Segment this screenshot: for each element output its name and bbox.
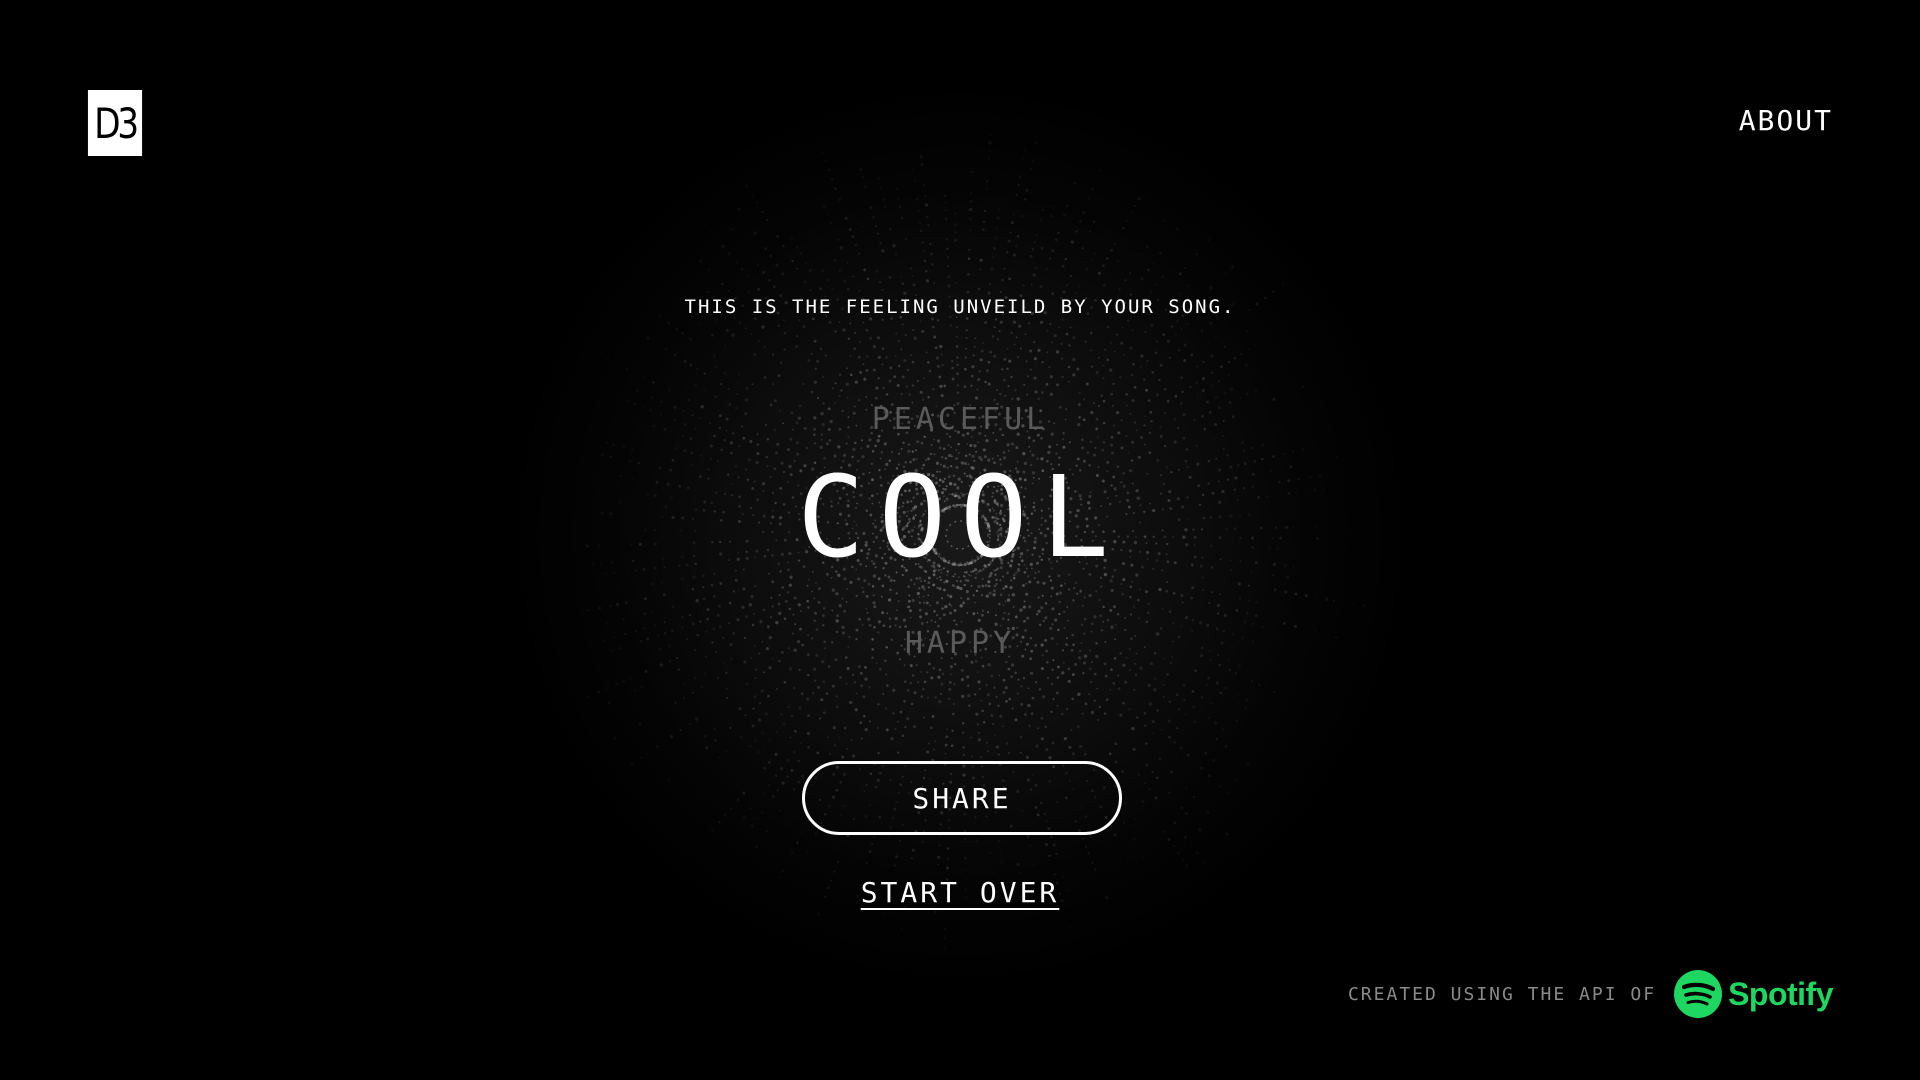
footer-credit: CREATED USING THE API OF Spotify [1348,970,1833,1018]
share-button[interactable]: SHARE [802,761,1122,835]
mood-secondary-below: HAPPY [904,626,1016,661]
spotify-logo-icon [1674,970,1723,1018]
logo-text: D3 [94,98,139,148]
page: D3 ABOUT THIS IS THE FEELING UNVEILD BY … [0,0,1920,1080]
spotify-link[interactable]: Spotify [1674,970,1833,1018]
mood-primary: COOL [797,453,1123,583]
start-over-link[interactable]: START OVER [0,876,1920,909]
d3-logo[interactable]: D3 [87,90,143,156]
footer-credit-text: CREATED USING THE API OF [1347,983,1657,1005]
result-subtitle: THIS IS THE FEELING UNVEILD BY YOUR SONG… [684,296,1236,318]
mood-secondary-above: PEACEFUL [871,402,1049,437]
spotify-wordmark: Spotify [1728,975,1833,1012]
about-link[interactable]: ABOUT [1739,104,1833,137]
